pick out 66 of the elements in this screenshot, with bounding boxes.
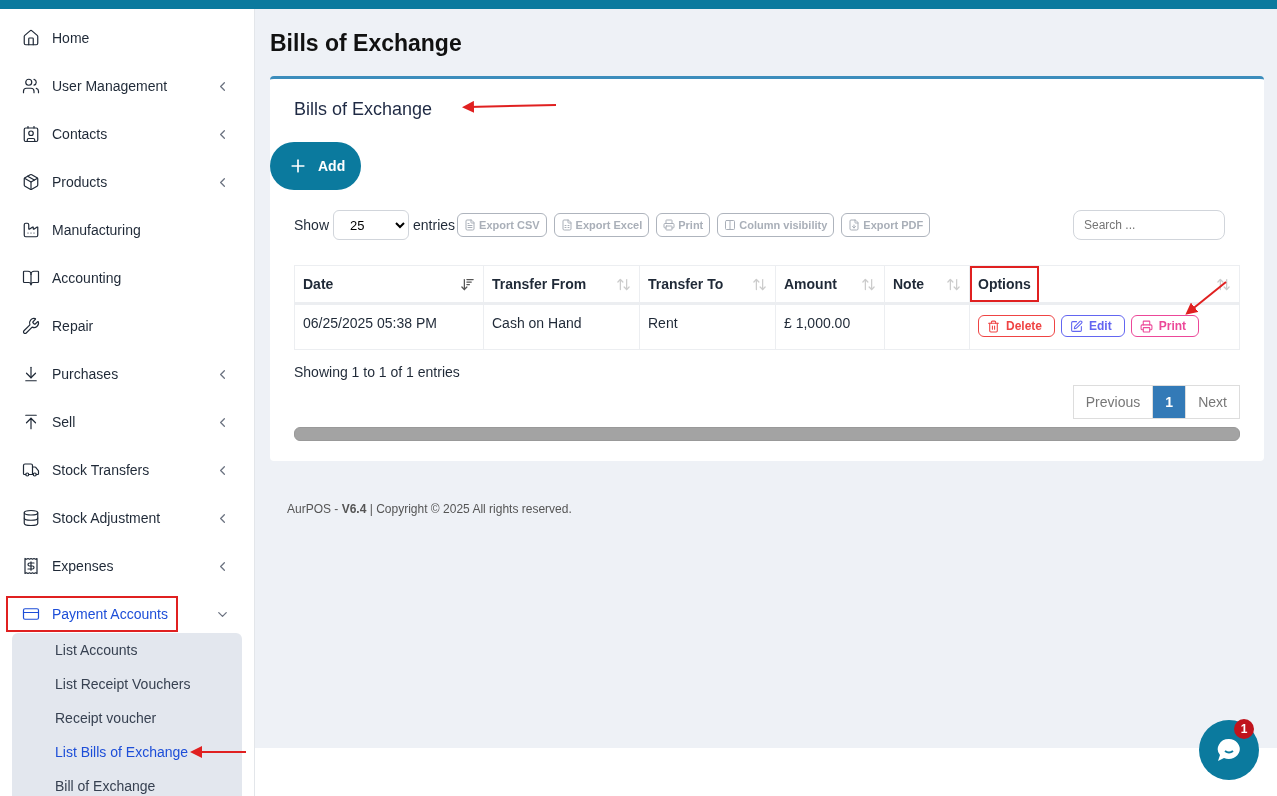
column-header[interactable]: Transfer To [639,265,776,304]
printer-icon [663,219,676,231]
sidebar-item[interactable]: Accounting [0,254,254,302]
table-info: Showing 1 to 1 of 1 entries [294,364,461,380]
card-title: Bills of Exchange [294,99,433,120]
file-icon [464,219,477,231]
submenu-item[interactable]: List Bills of Exchange [12,735,242,769]
page-button[interactable]: Next [1185,385,1240,419]
sidebar-item[interactable]: Stock Adjustment [0,494,254,542]
chat-bubble-icon [1217,738,1241,762]
entries-select[interactable]: 25 [333,210,410,240]
add-button[interactable]: Add [270,142,362,190]
show-label: Show [294,217,330,233]
trash-icon [987,319,1000,333]
database-icon [22,509,40,527]
sidebar-item[interactable]: Products [0,158,254,206]
column-header[interactable]: Options [969,265,1240,304]
table-cell: Cash on Hand [483,303,640,350]
submenu-item[interactable]: Receipt voucher [12,701,242,735]
sidebar-item[interactable]: Expenses [0,542,254,590]
annotation-arrow [188,744,248,760]
card-icon [22,605,40,623]
box-icon [22,173,40,191]
print-action-button[interactable]: Print [1130,315,1200,337]
download-icon [22,365,40,383]
submenu-item[interactable]: List Receipt Vouchers [12,667,242,701]
edit-icon [1070,319,1084,333]
printer-icon [1139,319,1153,333]
wrench-icon [22,317,40,335]
table-cell: Rent [639,303,776,350]
spreadsheet-icon [560,219,573,231]
annotation-arrow [1182,280,1228,316]
contact-card-icon [22,125,40,143]
sidebar-item[interactable]: Sell [0,398,254,446]
house-icon [22,29,40,47]
delete-action-button[interactable]: Delete [978,315,1056,337]
table-cell: 06/25/2025 05:38 PM [294,303,484,350]
sidebar-item[interactable]: Stock Transfers [0,446,254,494]
edit-action-button[interactable]: Edit [1061,315,1125,337]
submenu-item[interactable]: Bill of Exchange [12,769,242,796]
column-header[interactable]: Transfer From [483,265,640,304]
truck-icon [22,461,40,479]
column-header[interactable]: Date [294,265,484,304]
column-header[interactable]: Note [884,265,970,304]
sidebar-item[interactable]: Purchases [0,350,254,398]
page-button[interactable]: 1 [1152,385,1187,419]
entries-label: entries [413,217,456,233]
page-button[interactable]: Previous [1072,385,1154,419]
sidebar-item[interactable]: Repair [0,302,254,350]
upload-icon [22,413,40,431]
horizontal-scrollbar[interactable] [294,427,1240,441]
users-icon [22,77,40,95]
page-title: Bills of Exchange [270,30,463,57]
sidebar-item[interactable]: Home [0,14,254,62]
factory-icon [22,221,40,239]
book-icon [22,269,40,287]
table-cell: £ 1,000.00 [775,303,885,350]
sidebar-item[interactable]: Contacts [0,110,254,158]
file-icon [848,219,861,231]
column-header[interactable]: Amount [775,265,885,304]
sidebar-item[interactable]: User Management [0,62,254,110]
footer-text: AurPOS - V6.4 | Copyright © 2025 All rights reserved. [287,502,573,516]
sidebar-item[interactable]: Manufacturing [0,206,254,254]
columns-icon [724,219,737,231]
receipt-icon [22,557,40,575]
search-field[interactable]: Search ... [1073,210,1225,240]
